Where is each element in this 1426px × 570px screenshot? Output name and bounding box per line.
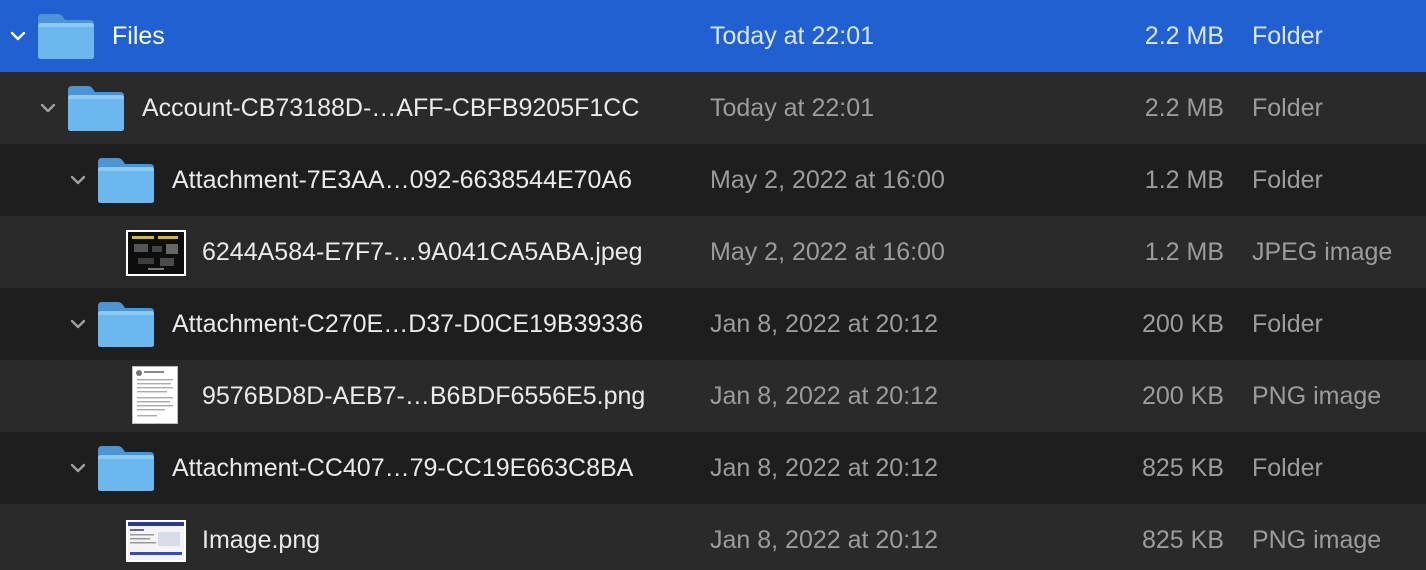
- file-size: 1.2 MB: [1144, 166, 1224, 194]
- file-name: Account-CB73188D-…AFF-CBFB9205F1CC: [142, 94, 640, 122]
- file-kind: PNG image: [1252, 526, 1382, 554]
- folder-icon: [96, 298, 156, 348]
- chevron-down-icon[interactable]: [68, 314, 88, 334]
- file-kind: Folder: [1252, 454, 1323, 482]
- folder-icon: [36, 10, 96, 60]
- image-thumbnail-icon: [126, 230, 186, 276]
- folder-icon: [66, 82, 126, 132]
- file-row-image-png[interactable]: Image.png Jan 8, 2022 at 20:12 825 KB PN…: [0, 504, 1426, 570]
- chevron-down-icon[interactable]: [68, 458, 88, 478]
- file-kind: Folder: [1252, 310, 1323, 338]
- folder-icon: [96, 154, 156, 204]
- date-modified: Jan 8, 2022 at 20:12: [710, 382, 938, 410]
- file-kind: Folder: [1252, 94, 1323, 122]
- file-size: 200 KB: [1141, 382, 1224, 410]
- chevron-down-icon[interactable]: [68, 170, 88, 190]
- file-name: 9576BD8D-AEB7-…B6BDF6556E5.png: [202, 382, 646, 410]
- date-modified: May 2, 2022 at 16:00: [710, 166, 945, 194]
- file-name: Files: [112, 22, 165, 50]
- chevron-down-icon[interactable]: [8, 26, 28, 46]
- document-thumbnail-icon: [132, 366, 178, 424]
- date-modified: May 2, 2022 at 16:00: [710, 238, 945, 266]
- file-row-jpeg[interactable]: 6244A584-E7F7-…9A041CA5ABA.jpeg May 2, 2…: [0, 216, 1426, 288]
- file-name: 6244A584-E7F7-…9A041CA5ABA.jpeg: [202, 238, 643, 266]
- file-name: Attachment-C270E…D37-D0CE19B39336: [172, 310, 644, 338]
- folder-icon: [96, 442, 156, 492]
- file-row-attachment-cc407[interactable]: Attachment-CC407…79-CC19E663C8BA Jan 8, …: [0, 432, 1426, 504]
- screenshot-thumbnail-icon: [126, 520, 186, 562]
- file-row-attachment-c270e[interactable]: Attachment-C270E…D37-D0CE19B39336 Jan 8,…: [0, 288, 1426, 360]
- file-kind: PNG image: [1252, 382, 1382, 410]
- file-size: 825 KB: [1141, 454, 1224, 482]
- file-kind: Folder: [1252, 22, 1323, 50]
- file-size: 200 KB: [1141, 310, 1224, 338]
- file-row-attachment-7e3aa[interactable]: Attachment-7E3AA…092-6638544E70A6 May 2,…: [0, 144, 1426, 216]
- file-name: Image.png: [202, 526, 321, 554]
- file-kind: Folder: [1252, 166, 1323, 194]
- file-name: Attachment-7E3AA…092-6638544E70A6: [172, 166, 633, 194]
- date-modified: Jan 8, 2022 at 20:12: [710, 526, 938, 554]
- chevron-down-icon[interactable]: [38, 98, 58, 118]
- date-modified: Jan 8, 2022 at 20:12: [710, 454, 938, 482]
- file-row-account[interactable]: Account-CB73188D-…AFF-CBFB9205F1CC Today…: [0, 72, 1426, 144]
- file-size: 2.2 MB: [1144, 22, 1224, 50]
- file-name: Attachment-CC407…79-CC19E663C8BA: [172, 454, 634, 482]
- date-modified: Today at 22:01: [710, 22, 875, 50]
- date-modified: Today at 22:01: [710, 94, 875, 122]
- file-size: 825 KB: [1141, 526, 1224, 554]
- file-size: 2.2 MB: [1144, 94, 1224, 122]
- file-kind: JPEG image: [1252, 238, 1393, 266]
- file-row-png-document[interactable]: 9576BD8D-AEB7-…B6BDF6556E5.png Jan 8, 20…: [0, 360, 1426, 432]
- file-row-files[interactable]: Files Today at 22:01 2.2 MB Folder: [0, 0, 1426, 72]
- file-list: Files Today at 22:01 2.2 MB Folder Accou…: [0, 0, 1426, 570]
- date-modified: Jan 8, 2022 at 20:12: [710, 310, 938, 338]
- file-size: 1.2 MB: [1144, 238, 1224, 266]
